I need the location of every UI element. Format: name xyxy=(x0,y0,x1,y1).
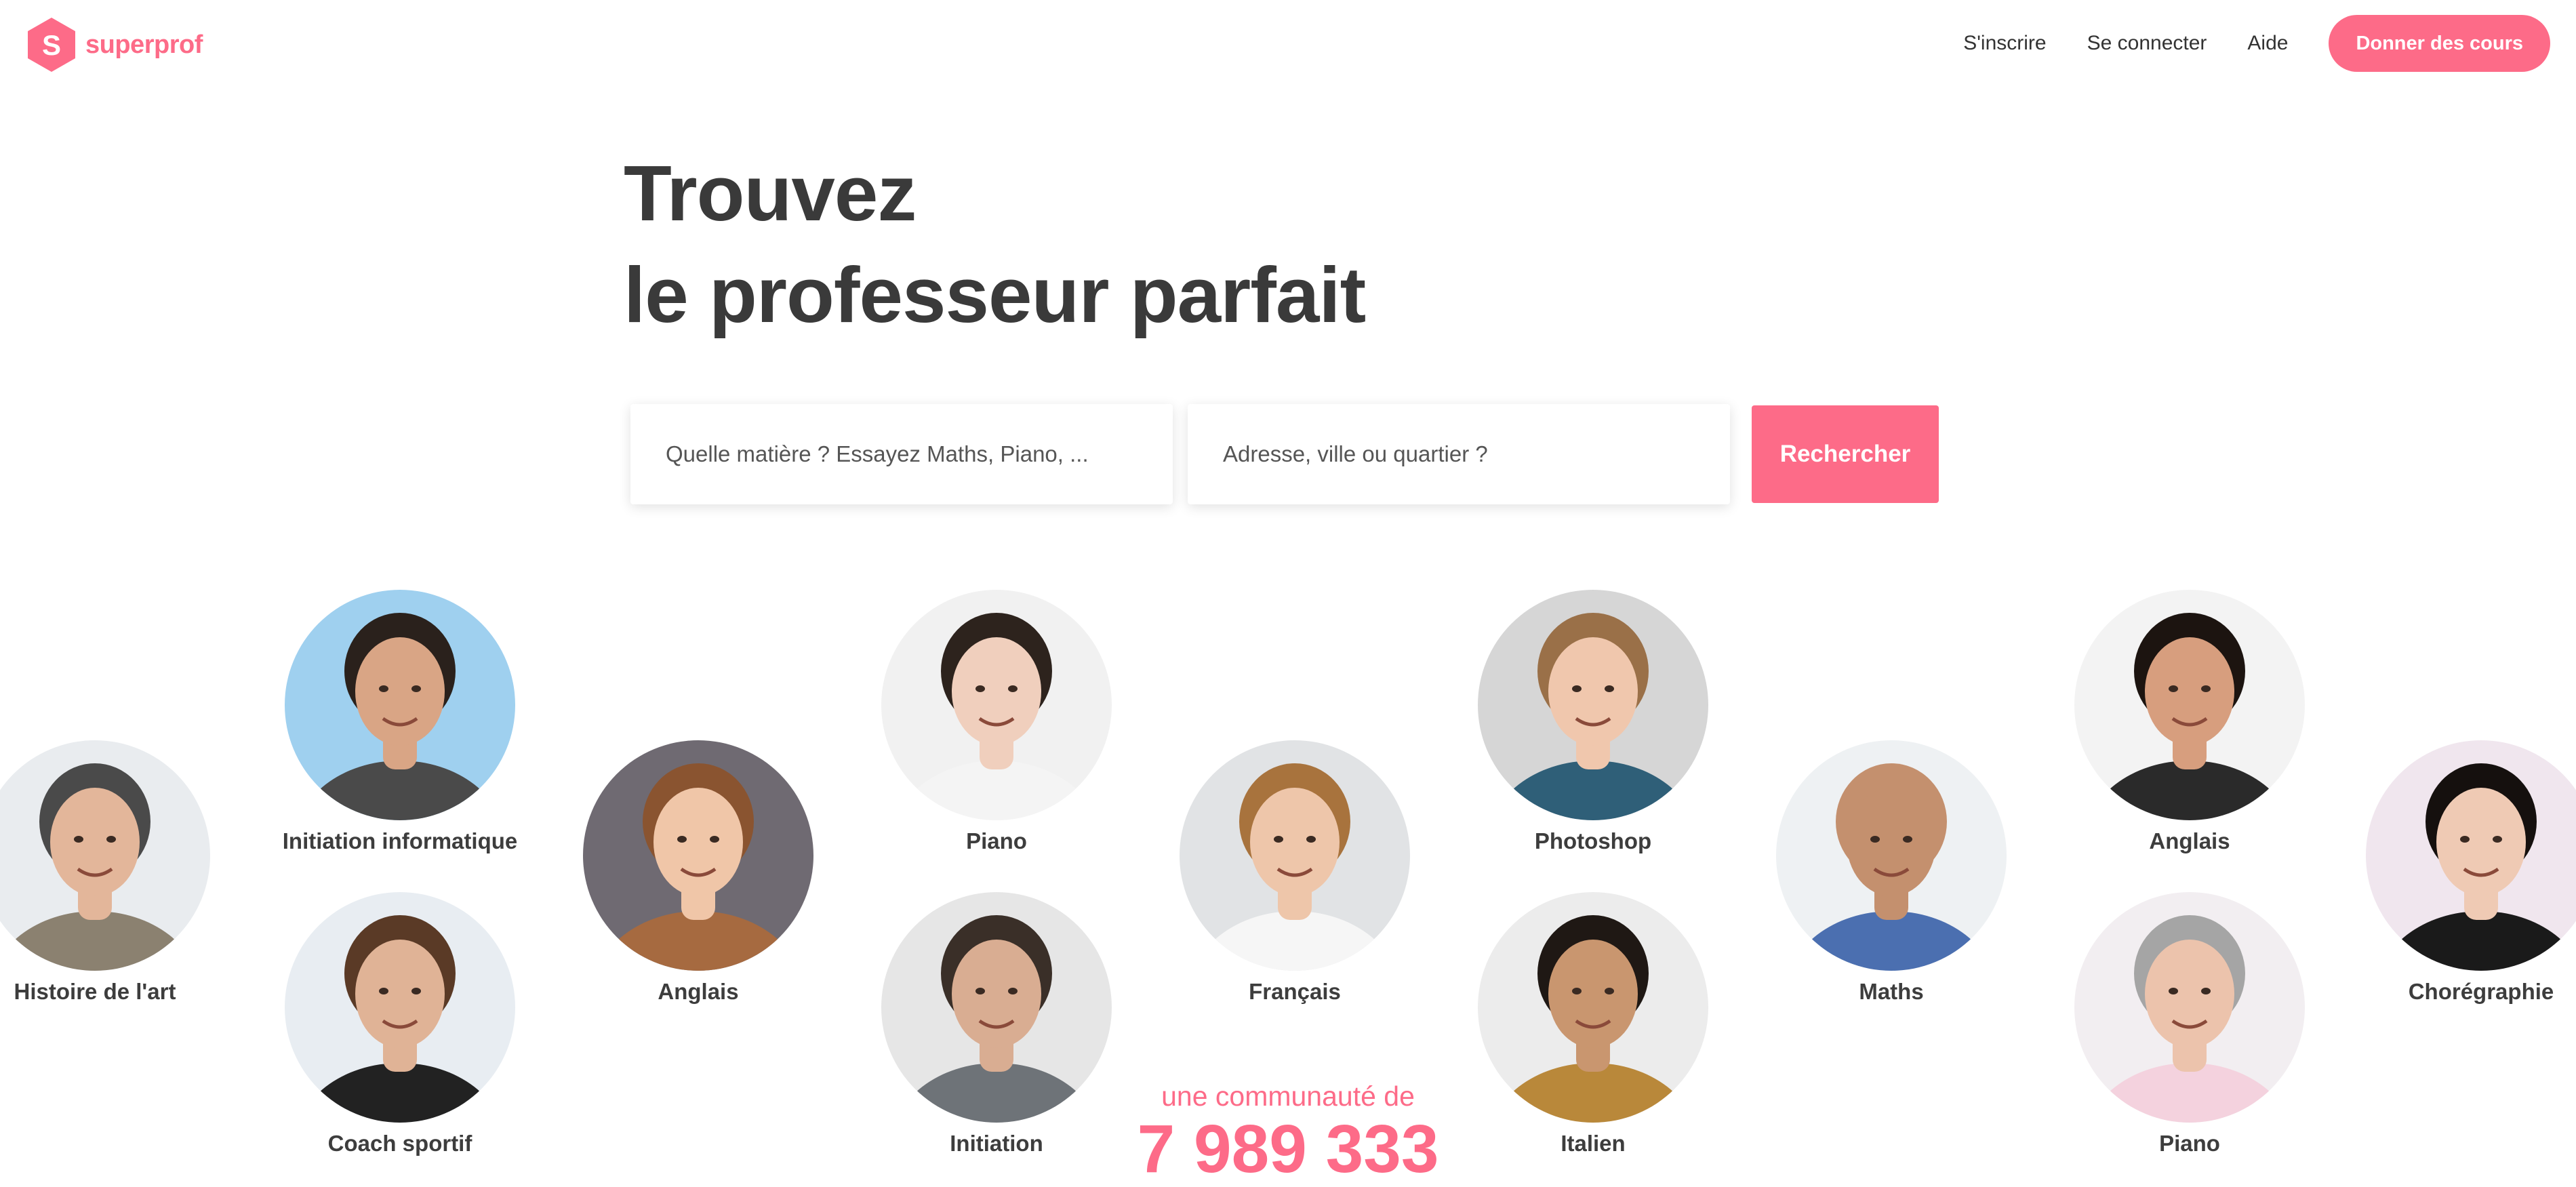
login-link[interactable]: Se connecter xyxy=(2087,32,2207,55)
tutor-photo[interactable] xyxy=(881,590,1112,820)
tutor-card[interactable]: Histoire de l'art xyxy=(0,740,217,1004)
tutor-subject: Initiation xyxy=(950,1131,1043,1156)
hero-title-line1: Trouvez xyxy=(624,149,917,237)
tutor-card[interactable]: Coach sportif xyxy=(278,892,522,1154)
tutor-card[interactable]: Maths xyxy=(1769,740,2013,1004)
tutor-subject: Maths xyxy=(1859,979,1924,1004)
hero-title-line2: le professeur parfait xyxy=(624,251,1366,339)
tutor-subject: Histoire de l'art xyxy=(14,979,176,1004)
tutor-card[interactable]: Français xyxy=(1173,740,1417,1004)
tutor-portrait-icon xyxy=(2366,740,2576,971)
tutor-photo[interactable] xyxy=(583,740,813,971)
tutor-photo[interactable] xyxy=(2074,892,2305,1123)
tutor-portrait-icon xyxy=(0,740,210,971)
tutor-photo[interactable] xyxy=(0,740,210,971)
top-nav: S'inscrire Se connecter Aide Donner des … xyxy=(1923,15,2550,72)
tutor-portrait-icon xyxy=(1478,590,1708,820)
tutor-portrait-icon xyxy=(881,590,1112,820)
tutor-photo[interactable] xyxy=(285,892,515,1123)
tutor-photo[interactable] xyxy=(285,590,515,820)
tutor-subject: Français xyxy=(1249,979,1341,1004)
tutor-subject: Anglais xyxy=(2149,828,2230,853)
tutor-card[interactable]: Initiation informatique xyxy=(278,590,522,853)
community-label: une communauté de xyxy=(1161,1081,1415,1112)
tutor-photo[interactable] xyxy=(1180,740,1410,971)
tutor-portrait-icon xyxy=(881,892,1112,1123)
brand-name: superprof xyxy=(85,30,203,59)
tutor-portrait-icon xyxy=(285,590,515,820)
tutor-subject: Anglais xyxy=(658,979,739,1004)
tutor-card[interactable]: Piano xyxy=(874,590,1119,853)
tutor-portrait-icon xyxy=(583,740,813,971)
tutor-portrait-icon xyxy=(1776,740,2007,971)
tutor-portrait-icon xyxy=(2074,892,2305,1123)
tutor-photo[interactable] xyxy=(1478,892,1708,1123)
superprof-logo[interactable]: S superprof xyxy=(26,16,203,73)
address-input[interactable] xyxy=(1188,441,1730,468)
subject-search-field xyxy=(630,404,1173,504)
tutor-portrait-icon xyxy=(1478,892,1708,1123)
tutor-subject: Photoshop xyxy=(1534,828,1652,853)
tutor-card[interactable]: Italien xyxy=(1471,892,1715,1154)
logo-hexagon-icon: S xyxy=(28,18,75,72)
tutor-card[interactable]: Piano xyxy=(2068,892,2312,1154)
address-search-field xyxy=(1188,404,1730,504)
tutor-portrait-icon xyxy=(285,892,515,1123)
tutor-portrait-icon xyxy=(1180,740,1410,971)
signup-link[interactable]: S'inscrire xyxy=(1963,32,2046,55)
tutor-subject: Coach sportif xyxy=(327,1131,472,1156)
tutor-photo[interactable] xyxy=(1478,590,1708,820)
teach-button[interactable]: Donner des cours xyxy=(2329,15,2550,72)
tutor-card[interactable]: Anglais xyxy=(576,740,820,1004)
tutor-subject: Initiation informatique xyxy=(282,828,518,853)
tutor-card[interactable]: Photoshop xyxy=(1471,590,1715,853)
tutor-subject: Piano xyxy=(966,828,1027,853)
tutor-subject: Chorégraphie xyxy=(2408,979,2554,1004)
search-button[interactable]: Rechercher xyxy=(1752,405,1939,503)
tutor-subject: Piano xyxy=(2159,1131,2220,1156)
tutor-photo[interactable] xyxy=(2366,740,2576,971)
help-link[interactable]: Aide xyxy=(2247,32,2288,55)
tutor-photo[interactable] xyxy=(881,892,1112,1123)
community-counter: une communauté de 7 989 333 xyxy=(1085,1081,1491,1183)
logo-letter: S xyxy=(42,29,61,61)
tutor-photo[interactable] xyxy=(1776,740,2007,971)
tutor-card[interactable]: Anglais xyxy=(2068,590,2312,853)
subject-input[interactable] xyxy=(630,441,1173,468)
tutor-subject: Italien xyxy=(1561,1131,1626,1156)
tutor-photo[interactable] xyxy=(2074,590,2305,820)
tutor-card[interactable]: Chorégraphie xyxy=(2359,740,2576,1004)
tutor-portrait-icon xyxy=(2074,590,2305,820)
community-count: 7 989 333 xyxy=(1137,1111,1439,1187)
hero-title: Trouvez le professeur parfait xyxy=(624,142,1366,346)
tutor-card[interactable]: Initiation xyxy=(874,892,1119,1154)
